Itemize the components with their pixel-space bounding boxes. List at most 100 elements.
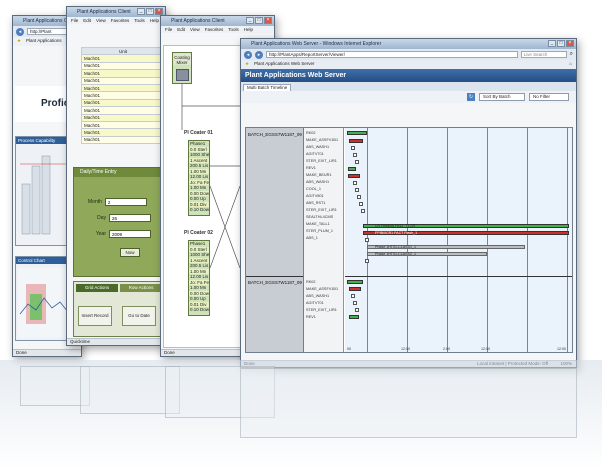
address-bar: ◂ ▸ http://PlantApps/ReportServer/Viewer… <box>241 49 576 60</box>
minimize-button[interactable]: _ <box>246 17 254 24</box>
menu-file[interactable]: File <box>165 26 172 33</box>
menu-favorites[interactable]: Favorites <box>111 17 130 24</box>
quicktime-tab[interactable]: Quicktime <box>70 339 90 344</box>
menu-tools[interactable]: Tools <box>134 17 145 24</box>
menu-help[interactable]: Help <box>244 26 253 33</box>
maximize-button[interactable]: □ <box>146 8 154 15</box>
tab-grid-actions[interactable]: Grid Actions <box>76 284 118 292</box>
grid-line <box>447 128 448 352</box>
minimize-button[interactable]: _ <box>137 8 145 15</box>
close-button[interactable]: × <box>264 17 272 24</box>
gantt-bar[interactable] <box>349 315 359 319</box>
menu-edit[interactable]: Edit <box>177 26 185 33</box>
table-cell[interactable]: Mach01 <box>81 83 165 93</box>
star-icon[interactable]: ★ <box>17 37 21 46</box>
close-button[interactable]: × <box>566 40 574 47</box>
unit-label: MAKE_ASSFV1B1 <box>306 138 339 142</box>
table-cell[interactable]: Mach01 <box>81 69 165 78</box>
batch-label[interactable]: BATCH_EGSS7W1187_09 <box>248 280 302 285</box>
table-cell[interactable]: Mach01 <box>81 54 165 63</box>
back-icon[interactable]: ◂ <box>16 27 24 36</box>
filter-select[interactable]: No Filter <box>529 93 569 101</box>
forward-icon[interactable]: ▸ <box>255 50 263 59</box>
axis-tick: 00 <box>347 347 351 351</box>
gantt-bar[interactable] <box>353 181 357 185</box>
day-field[interactable] <box>109 214 151 222</box>
address-input[interactable]: http://PlantApps/ReportServer/Viewer/ <box>266 51 518 58</box>
table-cell[interactable]: Mach01 <box>81 98 165 108</box>
star-icon[interactable]: ★ <box>245 60 249 69</box>
menu-edit[interactable]: Edit <box>83 17 91 24</box>
table-cell[interactable]: Mach01 <box>81 91 165 100</box>
search-icon[interactable]: ⌕ <box>570 51 573 58</box>
unit-label: ABS_WASH1 <box>306 294 330 298</box>
now-button[interactable]: Now <box>120 248 140 257</box>
unit-label: ABS_WASH1 <box>306 145 330 149</box>
insert-record-button[interactable]: Insert Record <box>78 306 112 326</box>
bar-label: Phase 1HT01-CLASS2_1 <box>375 252 416 256</box>
gantt-bar[interactable] <box>348 167 356 171</box>
gantt-bar[interactable] <box>353 153 357 157</box>
menu-favorites[interactable]: Favorites <box>205 26 224 33</box>
table-cell[interactable]: Mach01 <box>81 106 165 115</box>
column-header-unit[interactable]: Unit <box>81 46 165 56</box>
browser-tab[interactable]: Plant Applications Web Server <box>254 60 314 69</box>
gantt-bar[interactable] <box>365 238 369 242</box>
table-cell[interactable]: Mach01 <box>81 76 165 85</box>
sort-select[interactable]: Sort By Batch <box>479 93 525 101</box>
gantt-bar[interactable] <box>355 160 359 164</box>
unit-label: STER_EXIT_LIR1 <box>306 159 337 163</box>
gantt-bar[interactable] <box>359 202 363 206</box>
month-field[interactable] <box>104 198 147 206</box>
browser-tab[interactable]: Plant Applications <box>26 37 62 46</box>
year-field[interactable] <box>109 230 151 238</box>
menu-view[interactable]: View <box>190 26 200 33</box>
unit-table: Unit Mach01 Mach01 Mach01 Mach01 Mach01 … <box>81 46 165 145</box>
back-icon[interactable]: ◂ <box>244 50 252 59</box>
grid-line <box>567 128 568 352</box>
window-title: Plant Applications Client _ □ × <box>67 7 165 17</box>
close-button[interactable]: × <box>155 8 163 15</box>
go-to-date-button[interactable]: Go to Date <box>122 306 156 326</box>
refresh-icon[interactable]: ↻ <box>467 93 475 101</box>
table-cell[interactable]: Mach01 <box>81 61 165 71</box>
search-input[interactable]: Live Search <box>520 51 567 58</box>
unit-label: AGITV801 <box>306 194 324 198</box>
gantt-bar[interactable] <box>349 287 361 291</box>
gantt-bar[interactable] <box>351 146 355 150</box>
gantt-bar[interactable] <box>361 209 365 213</box>
gantt-bar[interactable] <box>355 308 359 312</box>
unit-label: COOL_1 <box>306 187 321 191</box>
unit-label: MAKE_ASSFV1B1 <box>306 287 339 291</box>
gantt-bar[interactable] <box>353 301 357 305</box>
menu-file[interactable]: File <box>71 17 78 24</box>
gantt-bar[interactable] <box>347 280 363 284</box>
tab-row-actions[interactable]: Row Actions <box>120 284 162 292</box>
home-icon[interactable]: ⌂ <box>569 60 576 69</box>
batch-label[interactable]: BATCH_EGSS7W1187_09 <box>248 132 302 137</box>
table-cell[interactable]: Mach01 <box>81 128 165 137</box>
gantt-bar[interactable] <box>349 139 363 143</box>
maximize-button[interactable]: □ <box>557 40 565 47</box>
menu-tools[interactable]: Tools <box>228 26 239 33</box>
menu-help[interactable]: Help <box>150 17 159 24</box>
maximize-button[interactable]: □ <box>255 17 263 24</box>
gantt-bar[interactable] <box>357 195 361 199</box>
menu-view[interactable]: View <box>96 17 106 24</box>
minimize-button[interactable]: _ <box>548 40 556 47</box>
gantt-bar[interactable] <box>365 259 369 263</box>
actions-panel: Grid Actions Row Actions Insert Record G… <box>73 281 163 337</box>
menu-bar: File Edit View Favorites Tools Help <box>161 26 274 33</box>
unit-label: REV1 <box>306 166 316 170</box>
gantt-bar[interactable] <box>355 188 359 192</box>
axis-tick: 2:00 <box>443 347 450 351</box>
tab-multi-batch-timeline[interactable]: Multi Batch Timeline <box>243 84 292 91</box>
gantt-bar[interactable] <box>348 174 360 178</box>
gantt-bar[interactable] <box>351 294 355 298</box>
table-cell[interactable]: Mach01 <box>81 135 165 145</box>
batch-divider <box>246 276 303 277</box>
timeline-plot-area: Crr Feeding FB11_T1 LR FPIB/0CR1 FACT Fl… <box>345 128 572 352</box>
table-cell[interactable]: Mach01 <box>81 120 165 130</box>
table-cell[interactable]: Mach01 <box>81 113 165 122</box>
gantt-bar[interactable] <box>347 131 367 135</box>
